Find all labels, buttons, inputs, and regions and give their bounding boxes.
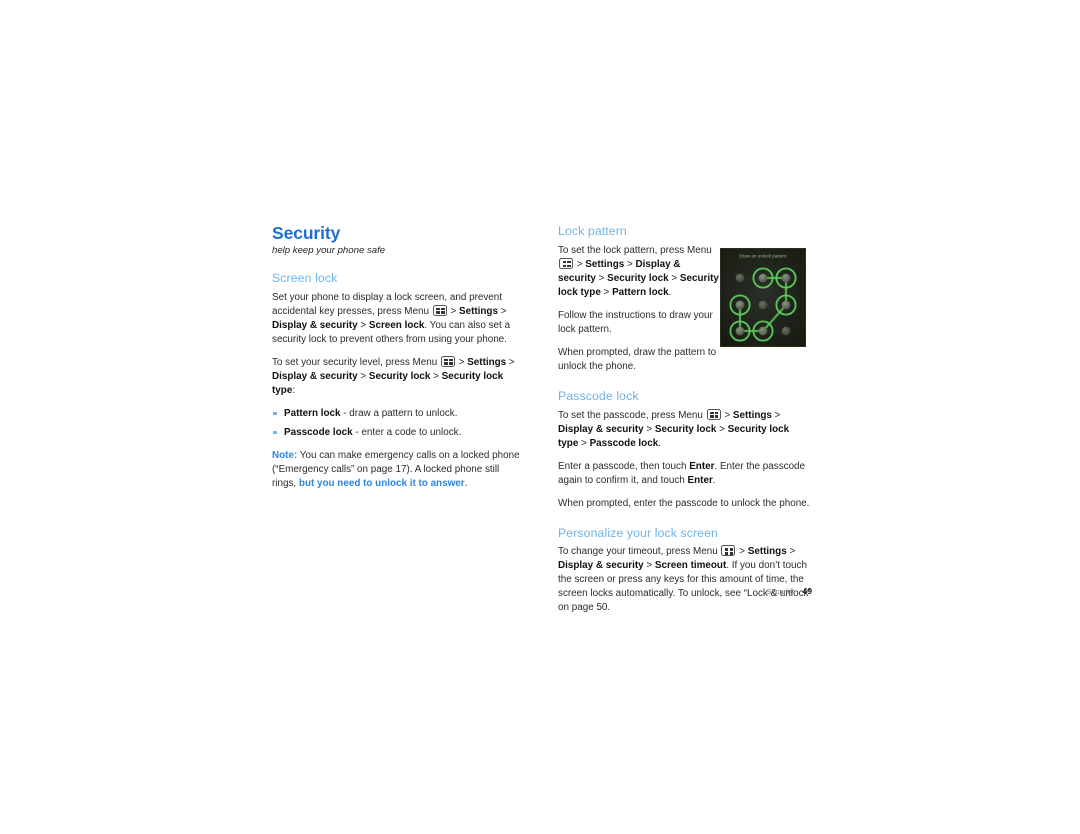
lock-pattern-paragraph-1: To set the lock pattern, press Menu > Se… (558, 244, 720, 300)
page-subtitle: help keep your phone safe (272, 245, 386, 257)
text-fragment: > (506, 356, 515, 368)
section-heading-lock-pattern: Lock pattern (558, 224, 627, 238)
term-display-security: Display & security (558, 423, 644, 435)
term-display-security: Display & security (558, 560, 644, 572)
text-fragment: > (643, 423, 655, 435)
text-fragment: To set your security level, press Menu (272, 356, 440, 368)
passcode-lock-paragraph-2: Enter a passcode, then touch Enter. Ente… (558, 460, 812, 488)
text-fragment: : (292, 384, 296, 396)
menu-key-icon (721, 545, 736, 557)
term-display-security: Display & security (272, 370, 358, 382)
text-fragment: > (574, 258, 586, 270)
page-title: Security (272, 223, 341, 243)
list-item-desc: - enter a code to unlock. (352, 426, 462, 438)
term-settings: Settings (467, 356, 507, 368)
note-paragraph: Note: You can make emergency calls on a … (272, 449, 524, 491)
term-settings: Settings (747, 546, 787, 558)
manual-page: Security help keep your phone safe Scree… (0, 0, 1080, 834)
text-fragment: > (357, 319, 369, 331)
security-lock-type-list: Pattern lock - draw a pattern to unlock.… (272, 407, 524, 440)
term-screen-timeout: Screen timeout (654, 560, 727, 572)
text-fragment: > (357, 370, 369, 382)
text-fragment: > (771, 409, 781, 421)
figure-caption: Draw an unlock pattern (739, 254, 787, 259)
lock-pattern-paragraph-2: Follow the instructions to draw your loc… (558, 309, 713, 335)
list-item-term: Pattern lock (284, 407, 341, 419)
bullet-square-icon (273, 430, 277, 434)
term-settings: Settings (732, 409, 772, 421)
text-fragment: > (624, 258, 636, 270)
term-settings: Settings (459, 305, 498, 317)
term-enter: Enter (687, 474, 713, 486)
screen-lock-paragraph-1: Set your phone to display a lock screen,… (272, 291, 524, 347)
screen-lock-paragraph-2: To set your security level, press Menu >… (272, 355, 524, 398)
text-fragment: > (595, 272, 608, 284)
list-item-term: Passcode lock (284, 426, 353, 438)
text-fragment: > (578, 437, 590, 449)
text-fragment: > (455, 356, 468, 368)
text-fragment: To set the passcode, press Menu (558, 409, 706, 421)
list-item: Passcode lock - enter a code to unlock. (272, 426, 524, 440)
text-fragment: . (712, 474, 716, 486)
menu-key-icon (440, 355, 455, 367)
left-column: Security help keep your phone safe Scree… (272, 223, 524, 491)
text-fragment: > (716, 423, 728, 435)
menu-key-icon (559, 257, 573, 269)
term-pattern-lock: Pattern lock (612, 286, 669, 298)
text-fragment: . (464, 477, 468, 489)
text-fragment: > (447, 305, 459, 317)
term-security-lock: Security lock (654, 423, 717, 435)
note-highlight: but you need to unlock it to answer (298, 477, 465, 489)
term-enter: Enter (689, 460, 715, 472)
term-passcode-lock: Passcode lock (589, 437, 659, 449)
bullet-square-icon (273, 411, 277, 415)
lock-pattern-paragraph-3: When prompted, draw the pattern to unloc… (558, 346, 717, 372)
passcode-lock-paragraph-1: To set the passcode, press Menu > Settin… (558, 408, 812, 451)
term-security-lock: Security lock (368, 370, 431, 382)
page-number: 49 (802, 586, 812, 596)
personalize-paragraph-1: To change your timeout, press Menu > Set… (558, 545, 812, 615)
menu-key-icon (706, 408, 721, 420)
text-fragment: To change your timeout, press Menu (558, 546, 721, 558)
term-settings: Settings (585, 258, 625, 270)
text-fragment: > (786, 546, 796, 558)
text-fragment: To set the lock pattern, press Menu (558, 244, 712, 256)
page-footer: Security 49 (558, 586, 812, 596)
text-fragment: > (668, 272, 680, 284)
list-item: Pattern lock - draw a pattern to unlock. (272, 407, 524, 421)
pattern-dot-r2c2 (781, 326, 791, 336)
pattern-dot-r0c0 (735, 273, 745, 283)
term-screen-lock: Screen lock (368, 319, 425, 331)
text-fragment: > (430, 370, 442, 382)
text-fragment: . (668, 286, 672, 298)
text-fragment: > (736, 546, 748, 558)
text-fragment: > (721, 409, 733, 421)
pattern-dot-r1c1 (758, 300, 768, 310)
unlock-pattern-screenshot: Draw an unlock pattern (720, 248, 806, 347)
term-security-lock: Security lock (607, 272, 669, 284)
text-fragment: > (497, 305, 507, 317)
text-fragment: Enter a passcode, then touch (558, 460, 690, 472)
text-fragment: > (643, 560, 655, 572)
text-fragment: . (658, 437, 661, 449)
menu-key-icon (432, 304, 447, 316)
footer-chapter-label: Security (766, 587, 794, 596)
list-item-desc: - draw a pattern to unlock. (340, 407, 458, 419)
term-display-security: Display & security (272, 319, 358, 331)
section-heading-passcode-lock: Passcode lock (558, 388, 639, 403)
text-fragment: > (600, 286, 613, 298)
section-heading-personalize-lock-screen: Personalize your lock screen (558, 525, 718, 540)
section-heading-screen-lock: Screen lock (272, 270, 338, 285)
passcode-lock-paragraph-3: When prompted, enter the passcode to unl… (558, 497, 810, 509)
note-label: Note: (272, 449, 298, 461)
